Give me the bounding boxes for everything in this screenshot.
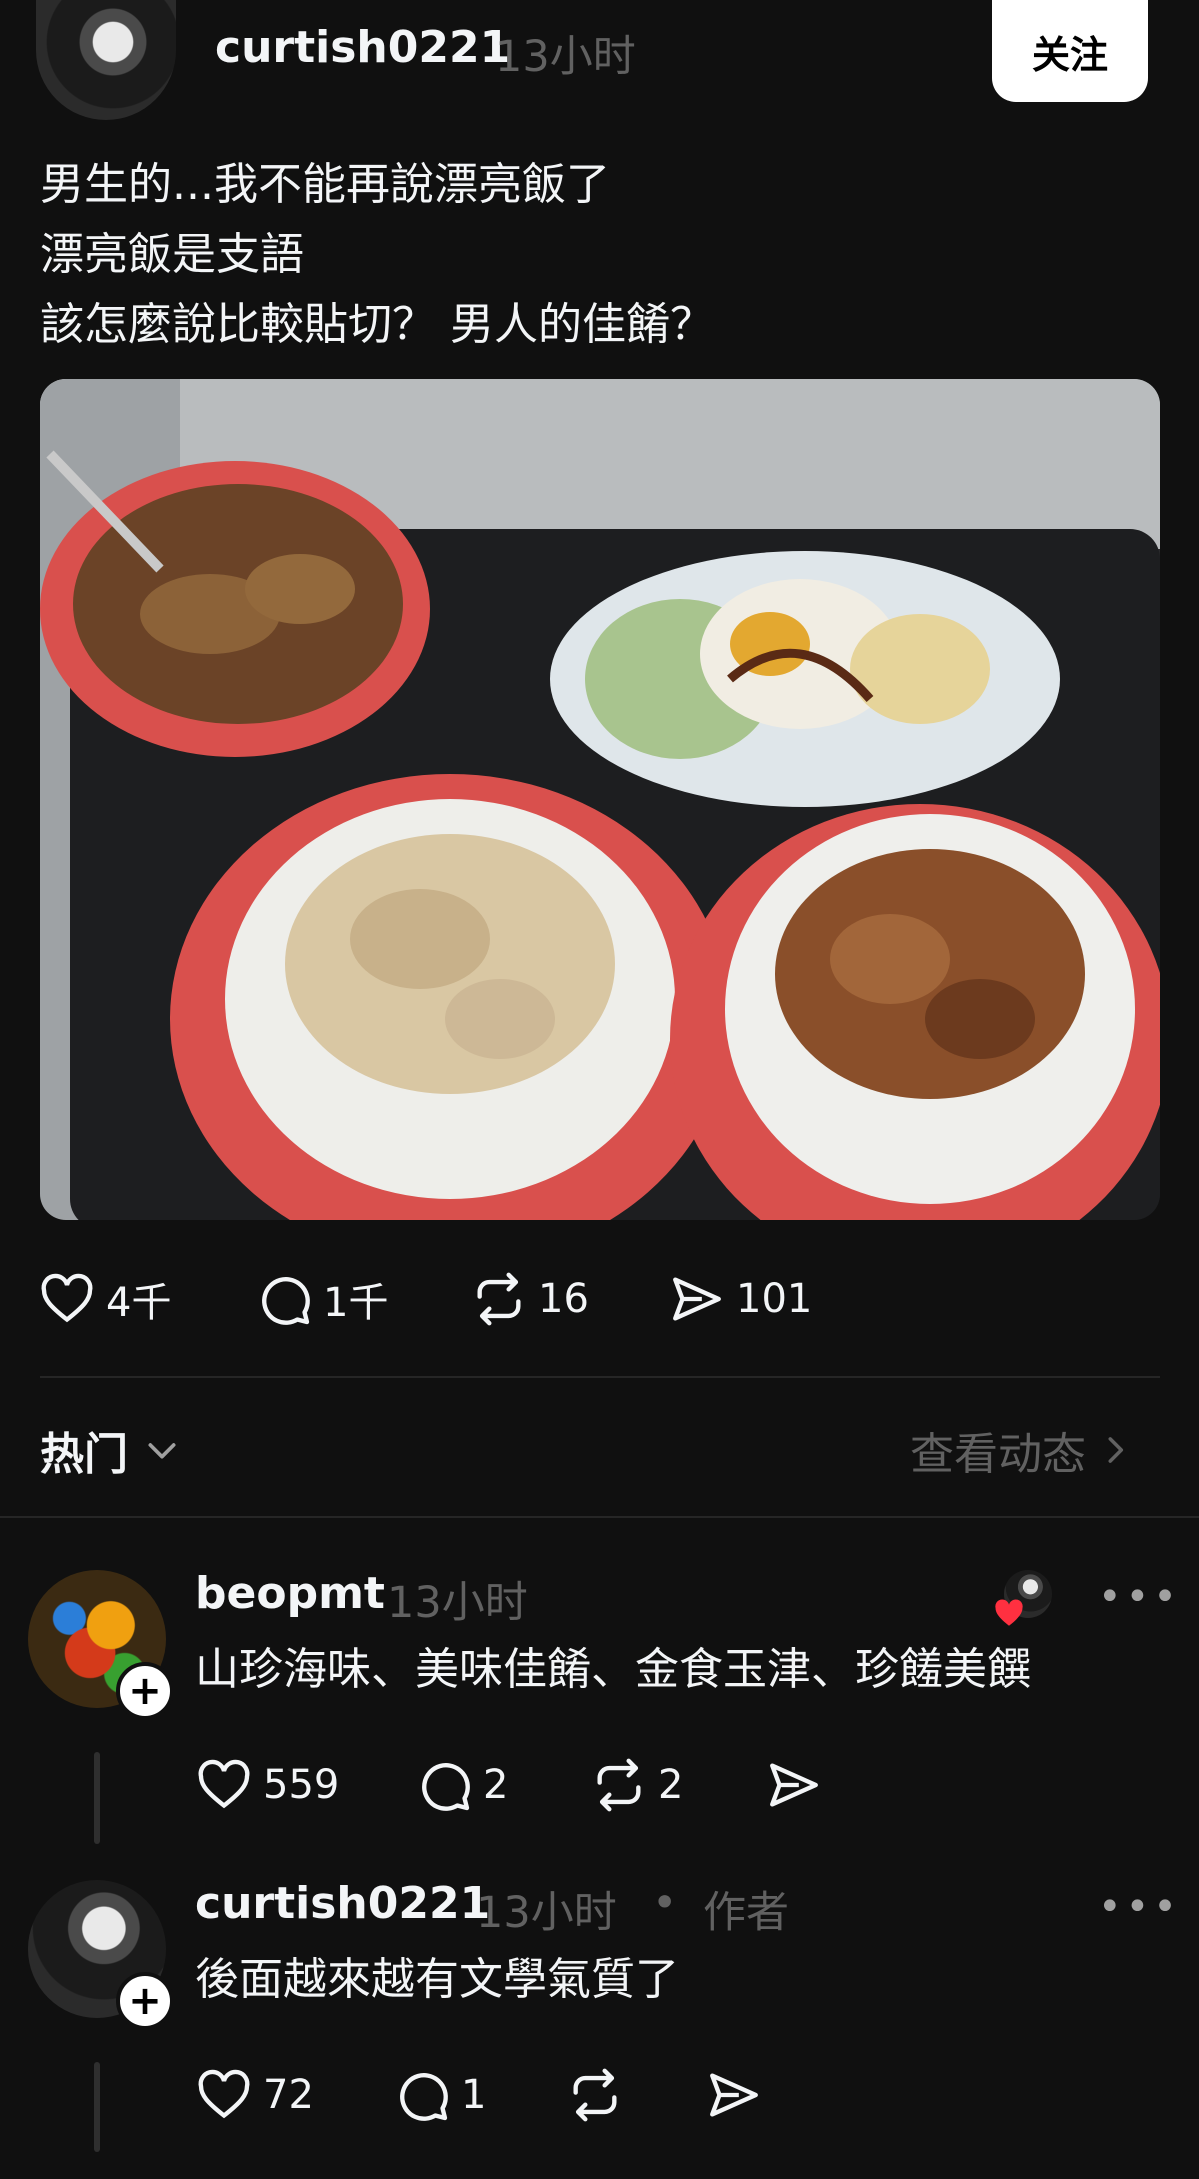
repost-action[interactable]: 16 <box>470 1270 589 1328</box>
comment-1-liked-by-author <box>995 1570 1052 1626</box>
heart-filled-icon <box>995 1599 1023 1626</box>
comment-2-reply-count: 1 <box>461 2072 487 2118</box>
post-text-line-2: 漂亮飯是支語 <box>40 229 304 280</box>
post-image[interactable] <box>40 379 1160 1220</box>
comment-2-author-tag: 作者 <box>703 1888 789 1938</box>
comment-1-thread-line <box>94 1752 100 1844</box>
send-icon <box>673 1277 721 1321</box>
send-icon <box>770 1763 818 1807</box>
like-count: 4千 <box>106 1280 172 1326</box>
repost-icon <box>573 2068 617 2122</box>
heart-icon <box>41 1273 93 1323</box>
comment-2-reply-action[interactable]: 1 <box>393 2066 486 2124</box>
comment-1-repost-action[interactable]: 2 <box>590 1756 683 1814</box>
food-tray-illustration <box>40 379 1160 1220</box>
comment-2-repost-action[interactable] <box>566 2066 624 2124</box>
share-action[interactable]: 101 <box>668 1270 812 1328</box>
comment-2-separator-dot: • <box>652 1878 678 1928</box>
send-icon <box>710 2073 758 2117</box>
reply-count: 1千 <box>323 1280 389 1326</box>
comment-2-thread-line <box>94 2062 100 2152</box>
comment-2-share-action[interactable] <box>705 2066 763 2124</box>
comment-1-username[interactable]: beopmt <box>195 1568 385 1619</box>
sort-dropdown[interactable]: 热门 <box>40 1418 182 1482</box>
post-text-line-3: 該怎麼說比較貼切？ 男人的佳餚？ <box>40 299 714 350</box>
view-activity-link[interactable]: 查看动态 <box>910 1418 1134 1482</box>
heart-icon <box>198 2069 250 2119</box>
post-author-avatar[interactable] <box>36 0 176 120</box>
heart-icon <box>198 1759 250 1809</box>
chevron-down-icon <box>148 1443 176 1459</box>
reply-action[interactable]: 1千 <box>255 1270 388 1328</box>
post-username[interactable]: curtish0221 <box>215 22 510 73</box>
comment-1-share-action[interactable] <box>765 1756 823 1814</box>
repost-icon <box>597 1758 641 1812</box>
comment-1-repost-count: 2 <box>658 1762 684 1808</box>
comment-1-reply-action[interactable]: 2 <box>415 1756 508 1814</box>
follow-button[interactable]: 关注 <box>992 0 1148 102</box>
post-text-line-1: 男生的...我不能再說漂亮飯了 <box>40 159 610 210</box>
repost-count: 16 <box>538 1276 589 1322</box>
comment-1-text: 山珍海味、美味佳餚、金食玉津、珍饈美饌 <box>195 1644 1031 1695</box>
comment-2-like-action[interactable]: 72 <box>195 2066 314 2124</box>
comment-2-follow-plus-icon[interactable]: + <box>116 1972 174 2030</box>
comment-2-time: 13小时 <box>476 1888 617 1938</box>
view-activity-label: 查看动态 <box>910 1429 1086 1480</box>
share-count: 101 <box>736 1276 813 1322</box>
comment-1-follow-plus-icon[interactable]: + <box>116 1662 174 1720</box>
comment-2-more-icon[interactable]: ••• <box>1098 1884 1181 1930</box>
reply-bubble-icon <box>400 2073 448 2121</box>
comment-1-like-action[interactable]: 559 <box>195 1756 339 1814</box>
comment-1-reply-count: 2 <box>483 1762 509 1808</box>
comment-2-text: 後面越來越有文學氣質了 <box>195 1954 679 2005</box>
reply-bubble-icon <box>422 1763 470 1811</box>
section-divider <box>0 1516 1199 1518</box>
comment-1-more-icon[interactable]: ••• <box>1098 1574 1181 1620</box>
comment-2-like-count: 72 <box>263 2072 314 2118</box>
reply-bubble-icon <box>262 1277 310 1325</box>
repost-icon <box>477 1272 521 1326</box>
post-time: 13小时 <box>495 32 636 82</box>
comment-1-like-count: 559 <box>263 1762 340 1808</box>
comment-1-time: 13小时 <box>387 1578 528 1628</box>
sort-label: 热门 <box>40 1429 128 1480</box>
chevron-right-icon <box>1108 1437 1124 1463</box>
comment-2-username[interactable]: curtish0221 <box>195 1878 490 1929</box>
like-action[interactable]: 4千 <box>38 1270 171 1328</box>
post-divider <box>40 1376 1160 1378</box>
